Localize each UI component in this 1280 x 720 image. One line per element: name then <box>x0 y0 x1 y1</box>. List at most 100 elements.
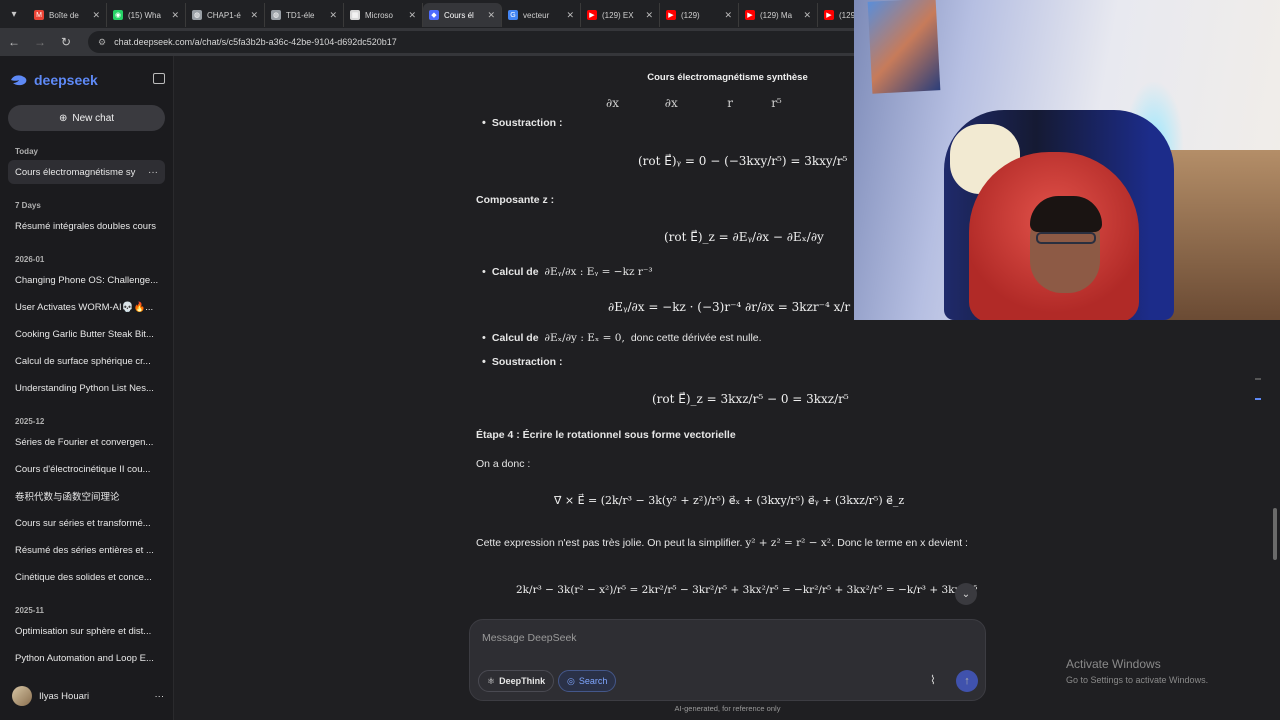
sidebar-chat-item[interactable]: Understanding Python List Nes... <box>8 376 165 400</box>
close-tab-icon[interactable]: ✕ <box>92 10 100 21</box>
close-tab-icon[interactable]: ✕ <box>250 10 258 21</box>
send-button[interactable]: ↑ <box>956 670 978 692</box>
tab-title: Boîte de <box>49 10 79 20</box>
webcam-person-hair <box>1030 196 1102 232</box>
browser-tab[interactable]: Gvecteur ✕ <box>502 3 581 27</box>
deepthink-button[interactable]: ⚛ DeepThink <box>478 670 555 692</box>
more-options-icon[interactable]: ··· <box>155 691 165 702</box>
deepthink-label: DeepThink <box>499 676 546 686</box>
tab-title: vecteur <box>523 10 550 20</box>
browser-tab[interactable]: M Boîte de ✕ <box>28 3 107 27</box>
close-tab-icon[interactable]: ✕ <box>803 10 811 21</box>
close-tab-icon[interactable]: ✕ <box>645 10 653 21</box>
browser-tab[interactable]: ▶ (129) ✕ <box>660 3 739 27</box>
calcul-label: Calcul de <box>491 266 539 278</box>
sidebar-chat-item[interactable]: Python Automation and Loop E... <box>8 646 165 670</box>
arrow-up-icon: ↑ <box>964 675 970 687</box>
browser-tab[interactable]: ▦ Microso ✕ <box>344 3 423 27</box>
sidebar-chat-item[interactable]: Cinétique des solides et conce... <box>8 565 165 589</box>
avatar <box>12 686 32 706</box>
step-4-heading: Étape 4 : Écrire le rotationnel sous for… <box>476 429 736 441</box>
simplify-text-3: devient : <box>928 537 968 549</box>
chat-item-label: Cinétique des solides et conce... <box>15 571 152 583</box>
sidebar-chat-item[interactable]: Résumé intégrales doubles cours <box>8 214 165 238</box>
new-chat-button[interactable]: ⊕ New chat <box>8 105 165 131</box>
tab-favicon-icon: ▶ <box>824 10 834 20</box>
sidebar-chat-item[interactable]: Optimisation sur sphère et dist... <box>8 619 165 643</box>
sidebar-chat-item[interactable]: Cours électromagnétisme sy ··· <box>8 160 165 184</box>
close-tab-icon[interactable]: ✕ <box>408 10 416 21</box>
paragraph: Cette expression n'est pas très jolie. O… <box>476 534 984 553</box>
close-tab-icon[interactable]: ✕ <box>487 10 495 21</box>
scroll-to-bottom-button[interactable]: ⌄ <box>955 583 977 605</box>
activation-title: Activate Windows <box>1066 657 1161 671</box>
new-chat-label: New chat <box>72 112 115 124</box>
browser-tab[interactable]: ▶ (129) Ma ✕ <box>739 3 818 27</box>
sidebar-chat-item[interactable]: 卷积代数与函数空间理论 <box>8 484 165 508</box>
reload-icon[interactable]: ↻ <box>58 35 74 49</box>
outline-marker[interactable] <box>1255 378 1261 380</box>
history-section-title: 7 Days <box>15 201 41 210</box>
plus-circle-icon: ⊕ <box>58 112 68 124</box>
equation-partial-top: ∂x ∂x r r⁵ <box>606 96 782 110</box>
back-icon[interactable]: ← <box>6 35 22 49</box>
chat-item-label: Python Automation and Loop E... <box>15 652 154 664</box>
forward-icon[interactable]: → <box>32 35 48 49</box>
equation-rot-z-definition: (rot E⃗)_z = ∂Eᵧ/∂x − ∂Eₓ/∂y <box>664 230 824 244</box>
tab-list: M Boîte de ✕ ◉ (15) Wha ✕ ◍ CHAP1-é ✕ ◍ TD1-éle ✕ ▦ M… <box>28 1 897 27</box>
tab-favicon-icon: ◉ <box>113 10 123 20</box>
browser-tab[interactable]: ◆ Cours él ✕ <box>423 3 502 27</box>
user-profile[interactable]: Ilyas Houari ··· <box>12 686 164 706</box>
chat-item-label: Cooking Garlic Butter Steak Bit... <box>15 328 154 340</box>
webcam-overlay <box>854 0 1280 320</box>
windows-activation-notice: Activate Windows Go to Settings to activ… <box>1066 657 1208 685</box>
chat-item-label: Cours électromagnétisme sy <box>15 166 136 178</box>
close-tab-icon[interactable]: ✕ <box>724 10 732 21</box>
tab-favicon-icon: ▶ <box>666 10 676 20</box>
more-options-icon[interactable]: ··· <box>148 167 158 178</box>
search-button[interactable]: ◎ Search <box>558 670 617 692</box>
sidebar-chat-item[interactable]: Cours d'électrocinétique II cou... <box>8 457 165 481</box>
tab-title: (15) Wha <box>128 10 161 20</box>
sidebar-chat-item[interactable]: Cours sur séries et transformé... <box>8 511 165 535</box>
outline-marker[interactable] <box>1255 398 1261 400</box>
url-bar[interactable]: ⚙ chat.deepseek.com/a/chat/s/c5fa3b2b-a3… <box>88 31 868 53</box>
browser-tab[interactable]: ▶ (129) EX ✕ <box>581 3 660 27</box>
disclaimer: AI-generated, for reference only <box>674 704 781 713</box>
message-composer[interactable]: Message DeepSeek ⚛ DeepThink ◎ Search ⌇ … <box>469 619 986 701</box>
atom-icon: ⚛ <box>487 675 496 686</box>
browser-tab[interactable]: ◍ CHAP1-é ✕ <box>186 3 265 27</box>
paperclip-icon[interactable]: ⌇ <box>930 673 936 687</box>
deepseek-logo[interactable]: deepseek <box>10 72 98 88</box>
whale-icon <box>11 75 27 86</box>
browser-tab[interactable]: ◍ TD1-éle ✕ <box>265 3 344 27</box>
close-tab-icon[interactable]: ✕ <box>171 10 179 21</box>
browser-tab[interactable]: ◉ (15) Wha ✕ <box>107 3 186 27</box>
tab-title: Cours él <box>444 10 474 20</box>
sidebar-chat-item[interactable]: Cooking Garlic Butter Steak Bit... <box>8 322 165 346</box>
tab-title: Microso <box>365 10 394 20</box>
sidebar-chat-item[interactable]: Changing Phone OS: Challenge... <box>8 268 165 292</box>
calcul-tail: donc cette dérivée est nulle. <box>630 332 762 344</box>
tab-title: (129) Ma <box>760 10 793 20</box>
chat-item-label: Résumé des séries entières et ... <box>15 544 154 556</box>
close-tab-icon[interactable]: ✕ <box>329 10 337 21</box>
list-item: Calcul de ∂Eᵧ/∂x : Eᵧ = −kz r⁻³ <box>482 266 653 278</box>
tab-search-icon[interactable]: ▾ <box>0 0 28 28</box>
tab-favicon-icon: G <box>508 10 518 20</box>
close-tab-icon[interactable]: ✕ <box>566 10 574 21</box>
sidebar-chat-item[interactable]: Résumé des séries entières et ... <box>8 538 165 562</box>
site-info-icon[interactable]: ⚙ <box>98 37 106 48</box>
message-input[interactable]: Message DeepSeek <box>482 632 577 644</box>
scrollbar[interactable] <box>1273 508 1277 560</box>
activation-subtitle: Go to Settings to activate Windows. <box>1066 675 1209 685</box>
chat-item-label: Understanding Python List Nes... <box>15 382 154 394</box>
list-item: Soustraction : <box>482 117 563 129</box>
tab-title: (129) EX <box>602 10 634 20</box>
sidebar-chat-item[interactable]: Calcul de surface sphérique cr... <box>8 349 165 373</box>
chat-item-label: Séries de Fourier et convergen... <box>15 436 154 448</box>
collapse-sidebar-icon[interactable] <box>153 73 165 84</box>
sidebar-chat-item[interactable]: User Activates WORM-AI💀🔥... <box>8 295 165 319</box>
sidebar-chat-item[interactable]: Séries de Fourier et convergen... <box>8 430 165 454</box>
tab-favicon-icon: ▶ <box>745 10 755 20</box>
